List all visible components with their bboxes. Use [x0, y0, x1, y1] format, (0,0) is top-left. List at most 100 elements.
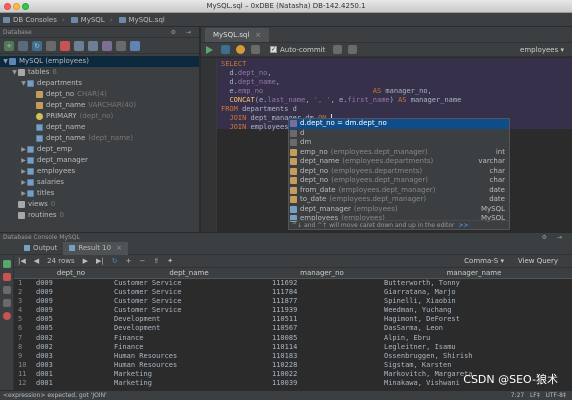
table-cell[interactable]: 110567	[272, 324, 297, 333]
table-cell[interactable]: d003	[36, 352, 53, 361]
close-tab-icon[interactable]: ×	[116, 242, 122, 255]
table-row[interactable]: 4 d009 Customer Service 111939 Weedman, Yuch…	[14, 306, 572, 315]
table-cell[interactable]: 111877	[272, 297, 297, 306]
table-row[interactable]: 5 d005 Development 110511 Hagimont, DeForest	[14, 315, 572, 324]
column-header-manager-name[interactable]: manager_name	[384, 268, 564, 279]
table-cell[interactable]: Butterworth, Tonny	[384, 279, 460, 288]
filter-icon[interactable]	[116, 40, 126, 51]
table-cell[interactable]: 110039	[272, 379, 297, 388]
rerun-icon[interactable]	[3, 260, 11, 268]
table-cell[interactable]: d009	[36, 288, 53, 297]
completion-more-link[interactable]: >>	[458, 222, 468, 229]
panel-settings-icon[interactable]: ⚙ ⇥	[171, 27, 195, 38]
completion-item[interactable]: from_date (employees.dept_manager) date	[289, 186, 509, 196]
autocommit-checkbox[interactable]: ✓	[270, 46, 277, 53]
breadcrumb-item-mysql[interactable]: MySQL ›	[70, 16, 113, 24]
caret-position[interactable]: 7:27	[511, 392, 524, 399]
collapsed-arrow-icon[interactable]: ▶	[20, 188, 27, 199]
table-cell[interactable]: Marketing	[114, 370, 152, 379]
tree-item[interactable]: ▶ dept_emp	[0, 144, 199, 155]
reload-icon[interactable]: ↻	[112, 257, 118, 265]
next-page-icon[interactable]: ▶	[83, 257, 88, 265]
commit-icon[interactable]	[333, 45, 343, 54]
table-row[interactable]: 8 d002 Finance 110114 Legleitner, Isamu	[14, 343, 572, 352]
tree-item[interactable]: ▼ MySQL (employees)	[0, 56, 199, 67]
table-cell[interactable]: Weedman, Yuchang	[384, 306, 451, 315]
explain-icon[interactable]	[221, 45, 230, 54]
tree-item[interactable]: ▼ departments	[0, 78, 199, 89]
table-cell[interactable]: Development	[114, 315, 160, 324]
window-minimize-button[interactable]	[13, 3, 20, 10]
table-cell[interactable]: 110511	[272, 315, 297, 324]
tree-item[interactable]: ▶ titles	[0, 188, 199, 199]
copy-icon[interactable]	[18, 40, 28, 51]
completion-item[interactable]: dept_no (employees.departments) char	[289, 167, 509, 177]
schema-selector[interactable]: employees ▾	[520, 43, 564, 57]
column-header-manager-no[interactable]: manager_no	[272, 268, 372, 279]
table-cell[interactable]: Finance	[114, 334, 144, 343]
table-cell[interactable]: Human Resources	[114, 352, 177, 361]
table-row[interactable]: 6 d005 Development 110567 DasSarma, Leon	[14, 324, 572, 333]
tab-mysql-sql[interactable]: MySQL.sql ×	[205, 28, 270, 42]
last-page-icon[interactable]: ▶|	[96, 257, 104, 265]
table-cell[interactable]: d002	[36, 343, 53, 352]
table-cell[interactable]: 110114	[272, 343, 297, 352]
table-cell[interactable]: d001	[36, 370, 53, 379]
table-cell[interactable]: 111692	[272, 279, 297, 288]
refresh-icon[interactable]: ↻	[32, 40, 42, 51]
collapsed-arrow-icon[interactable]: ▶	[20, 155, 27, 166]
line-separator[interactable]: LF‡	[530, 392, 540, 399]
tree-item[interactable]: views 0	[0, 199, 199, 210]
table-cell[interactable]: 111784	[272, 288, 297, 297]
table-cell[interactable]: 111939	[272, 306, 297, 315]
completion-popup[interactable]: d.dept_no = dm.dept_no d dm emp_no (employee…	[288, 118, 510, 230]
table-icon[interactable]	[74, 40, 84, 51]
table-cell[interactable]: Customer Service	[114, 297, 181, 306]
prev-page-icon[interactable]: ◀	[34, 257, 39, 265]
window-close-button[interactable]	[4, 3, 11, 10]
add-icon[interactable]: +	[4, 40, 14, 51]
table-cell[interactable]: d005	[36, 324, 53, 333]
table-cell[interactable]: Customer Service	[114, 306, 181, 315]
column-header-dept-no[interactable]: dept_no	[36, 268, 106, 279]
table-cell[interactable]: DasSarma, Leon	[384, 324, 443, 333]
collapsed-arrow-icon[interactable]: ▶	[20, 166, 27, 177]
table-cell[interactable]: 110022	[272, 370, 297, 379]
expanded-arrow-icon[interactable]: ▼	[11, 67, 18, 78]
tree-item[interactable]: dept_no CHAR(4)	[0, 89, 199, 100]
table-cell[interactable]: Development	[114, 324, 160, 333]
completion-item[interactable]: dept_no (employees.dept_manager) char	[289, 176, 509, 186]
completion-item[interactable]: to_date (employees.dept_manager) date	[289, 195, 509, 205]
table-cell[interactable]: Giarratana, Marjo	[384, 288, 456, 297]
edit-icon[interactable]	[46, 40, 56, 51]
completion-item[interactable]: dept_name (employees.departments) varchar	[289, 157, 509, 167]
first-page-icon[interactable]: |◀	[18, 257, 26, 265]
table-cell[interactable]: Spinelli, Xiaobin	[384, 297, 456, 306]
table-cell[interactable]: d009	[36, 279, 53, 288]
table-cell[interactable]: d001	[36, 379, 53, 388]
add-row-icon[interactable]: +	[126, 257, 132, 265]
transaction-icon[interactable]	[236, 45, 245, 54]
encoding[interactable]: UTF-8‡	[546, 392, 567, 399]
table-cell[interactable]: Hagimont, DeForest	[384, 315, 460, 324]
table-cell[interactable]: Markovitch, Margareta	[384, 370, 473, 379]
completion-item[interactable]: d.dept_no = dm.dept_no	[289, 119, 509, 129]
rollback-icon[interactable]	[348, 45, 358, 54]
autocommit-toggle[interactable]: ✓ Auto-commit	[270, 46, 325, 54]
expanded-arrow-icon[interactable]: ▼	[20, 78, 27, 89]
close-icon[interactable]	[3, 312, 11, 320]
breadcrumb-item-db-consoles[interactable]: DB Consoles ›	[3, 16, 65, 24]
table-cell[interactable]: Ossenbruggen, Shirish	[384, 352, 473, 361]
table-row[interactable]: 10 d003 Human Resources 110228 Sigstam, Kars…	[14, 361, 572, 370]
collapse-icon[interactable]	[130, 40, 140, 51]
tree-item[interactable]: ▶ salaries	[0, 177, 199, 188]
table-cell[interactable]: Human Resources	[114, 361, 177, 370]
table-row[interactable]: 1 d009 Customer Service 111692 Butterworth, …	[14, 279, 572, 288]
table-cell[interactable]: Customer Service	[114, 279, 181, 288]
tree-item[interactable]: routines 0	[0, 210, 199, 221]
collapsed-arrow-icon[interactable]: ▶	[20, 177, 27, 188]
layout-icon[interactable]	[3, 286, 11, 294]
table-cell[interactable]: 110228	[272, 361, 297, 370]
table-cell[interactable]: d003	[36, 361, 53, 370]
column-header-dept-name[interactable]: dept_name	[114, 268, 264, 279]
